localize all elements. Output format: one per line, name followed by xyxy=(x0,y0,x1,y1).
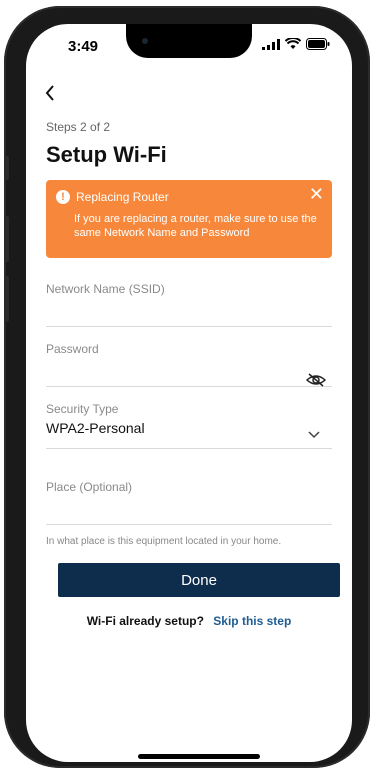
wifi-icon xyxy=(285,38,301,49)
place-field[interactable]: Place (Optional) xyxy=(46,480,332,525)
notch xyxy=(126,24,252,58)
chevron-down-icon xyxy=(308,426,320,442)
side-button xyxy=(4,156,9,180)
back-button[interactable] xyxy=(44,82,56,108)
password-label: Password xyxy=(46,342,99,356)
already-setup-text: Wi-Fi already setup? xyxy=(86,614,204,628)
place-hint: In what place is this equipment located … xyxy=(46,536,282,547)
skip-row: Wi-Fi already setup? Skip this step xyxy=(26,614,352,628)
security-type-label: Security Type xyxy=(46,402,119,416)
banner-message: If you are replacing a router, make sure… xyxy=(74,213,317,239)
ssid-field[interactable]: Network Name (SSID) xyxy=(46,282,332,327)
place-label: Place (Optional) xyxy=(46,480,133,494)
warning-banner: ! Replacing Router ✕ If you are replacin… xyxy=(46,180,332,258)
done-button[interactable]: Done xyxy=(58,563,340,597)
side-button xyxy=(4,216,9,262)
toggle-visibility-button[interactable] xyxy=(305,372,327,393)
battery-icon xyxy=(306,38,330,50)
steps-indicator: Steps 2 of 2 xyxy=(46,120,111,134)
banner-title: Replacing Router xyxy=(76,190,169,204)
ssid-label: Network Name (SSID) xyxy=(46,282,165,296)
close-icon[interactable]: ✕ xyxy=(309,184,324,205)
eye-off-icon xyxy=(305,373,327,387)
password-field[interactable]: Password xyxy=(46,342,332,387)
status-icons xyxy=(262,38,330,50)
status-time: 3:49 xyxy=(68,38,99,55)
skip-step-link[interactable]: Skip this step xyxy=(213,614,291,628)
signal-icon xyxy=(262,38,280,50)
phone-frame: 3:49 Steps 2 of 2 Setup Wi-Fi ! Replacin… xyxy=(4,6,370,768)
chevron-left-icon xyxy=(45,85,54,101)
page-title: Setup Wi-Fi xyxy=(46,142,167,167)
camera-icon xyxy=(142,38,148,44)
side-button xyxy=(4,276,9,322)
security-type-value: WPA2-Personal xyxy=(46,420,145,436)
home-indicator[interactable] xyxy=(138,754,260,759)
screen: 3:49 Steps 2 of 2 Setup Wi-Fi ! Replacin… xyxy=(26,24,352,762)
alert-icon: ! xyxy=(56,190,70,204)
security-type-select[interactable]: Security Type WPA2-Personal xyxy=(46,402,332,449)
